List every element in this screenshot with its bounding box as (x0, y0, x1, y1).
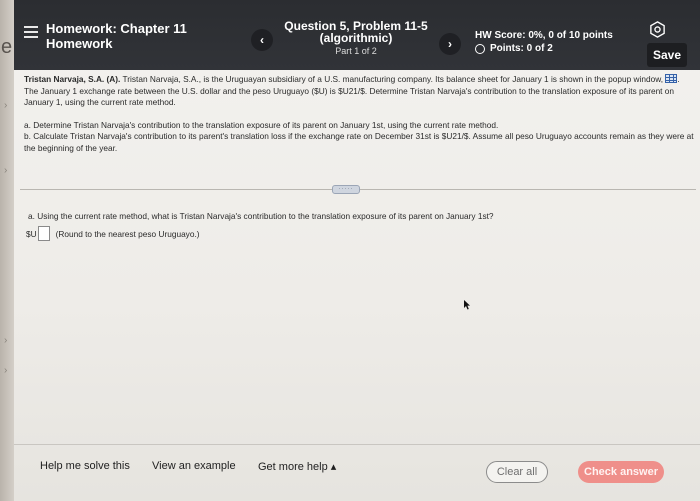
get-more-help-link[interactable]: Get more help ▴ (258, 460, 336, 473)
problem-intro-text: Tristan Narvaja, S.A., is the Uruguayan … (120, 74, 666, 84)
gear-icon[interactable] (649, 21, 666, 38)
check-answer-button[interactable]: Check answer (578, 461, 664, 483)
circle-icon (475, 43, 485, 54)
homework-title: Homework: Chapter 11 (46, 22, 187, 36)
problem-item-a: a. Determine Tristan Narvaja's contribut… (24, 119, 499, 130)
points-text: Points: 0 of 2 (490, 43, 553, 54)
points-status: Points: 0 of 2 (475, 43, 553, 54)
question-part: Part 1 of 2 (335, 46, 377, 56)
currency-prefix: $U (26, 228, 37, 239)
chevron-right-icon: › (4, 365, 8, 376)
help-me-solve-link[interactable]: Help me solve this (40, 460, 130, 472)
header-bar: Homework: Chapter 11 Homework ‹ Question… (14, 0, 700, 70)
problem-item-b: b. Calculate Tristan Narvaja's contribut… (24, 131, 694, 153)
rounding-hint: (Round to the nearest peso Uruguayo.) (55, 228, 200, 239)
homework-subtitle: Homework (46, 36, 113, 51)
answer-input[interactable] (37, 226, 50, 241)
homework-title-chapter: Chapter 11 (120, 21, 187, 36)
footer-divider (14, 444, 700, 445)
answer-row: $U (Round to the nearest peso Uruguayo.) (26, 226, 200, 241)
question-text: a. Using the current rate method, what i… (28, 211, 494, 221)
problem-intro: Tristan Narvaja, S.A. (A). Tristan Narva… (24, 74, 696, 109)
homework-panel: Homework: Chapter 11 Homework ‹ Question… (14, 0, 700, 501)
question-subtitle: (algorithmic) (319, 31, 393, 45)
mouse-cursor-icon (464, 300, 470, 310)
question-title: Question 5, Problem 11-5 (algorithmic) (276, 20, 436, 44)
menu-icon[interactable] (24, 26, 38, 38)
previous-question-button[interactable]: ‹ (251, 29, 273, 51)
view-example-link[interactable]: View an example (152, 460, 236, 472)
hw-score: HW Score: 0%, 0 of 10 points (475, 30, 613, 41)
frame-letter: e (1, 36, 13, 58)
save-button[interactable]: Save (647, 43, 687, 67)
next-question-button[interactable]: › (439, 33, 461, 55)
chevron-right-icon: › (4, 165, 8, 176)
expand-button[interactable]: ····· (332, 185, 360, 194)
problem-heading: Tristan Narvaja, S.A. (A). (24, 74, 121, 84)
chevron-right-icon: › (4, 335, 8, 346)
problem-statement: Tristan Narvaja, S.A. (A). Tristan Narva… (24, 74, 696, 154)
table-icon[interactable] (665, 74, 678, 83)
clear-all-button[interactable]: Clear all (486, 461, 548, 483)
window-frame-left: e › › › › (0, 0, 14, 501)
chevron-right-icon: › (4, 100, 8, 111)
homework-title-prefix: Homework: (46, 21, 121, 36)
